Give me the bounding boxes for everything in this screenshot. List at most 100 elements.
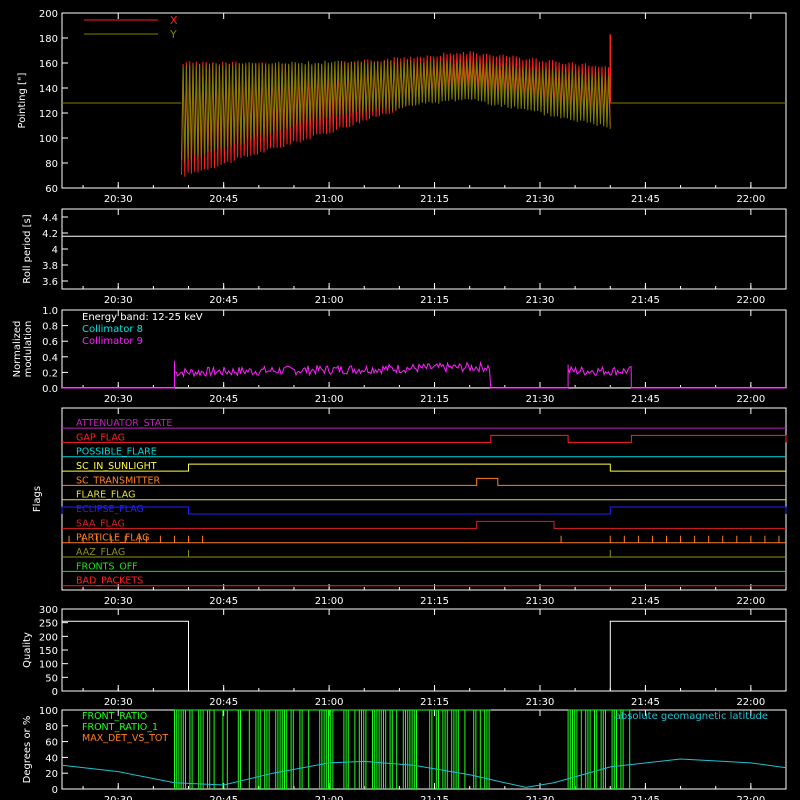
flags-label-sc-in-sunlight: SC_IN_SUNLIGHT — [76, 461, 157, 472]
quality-y-tick-label: 50 — [45, 673, 58, 684]
ratios-y-label: Degrees or % — [22, 716, 33, 784]
ratios-x-tick-label: 21:15 — [420, 795, 449, 800]
pointing-x-tick-label: 20:30 — [104, 194, 133, 205]
modulation-x-tick-label: 21:15 — [420, 394, 449, 405]
roll-x-tick-label: 22:00 — [736, 295, 765, 306]
quality-y-label: Quality — [22, 632, 33, 668]
quality-x-tick-label: 22:00 — [736, 697, 765, 708]
modulation-x-tick-label: 20:45 — [209, 394, 238, 405]
ratios-legend-label: FRONT_RATIO — [82, 711, 147, 722]
roll-y-tick-label: 4.4 — [42, 213, 58, 224]
ratios-x-tick-label: 21:00 — [315, 795, 344, 800]
pointing-x-tick-label: 21:00 — [315, 194, 344, 205]
quality-x-tick-label: 20:45 — [209, 697, 238, 708]
quality-x-tick-label: 20:30 — [104, 697, 133, 708]
flags-label-sc-transmitter: SC_TRANSMITTER — [76, 475, 161, 486]
roll-y-label: Roll period [s] — [22, 214, 33, 283]
pointing-x-tick-label: 20:45 — [209, 194, 238, 205]
flags-x-tick-label: 20:30 — [104, 596, 133, 607]
quality-y-tick-label: 250 — [39, 619, 58, 630]
roll-x-tick-label: 21:45 — [631, 295, 660, 306]
pointing-y-tick-label: 180 — [39, 34, 58, 45]
ratios-y-tick-label: 100 — [39, 706, 58, 717]
ratios-y-tick-label: 0 — [52, 785, 58, 796]
quality-y-tick-label: 300 — [39, 605, 58, 616]
quality-y-tick-label: 200 — [39, 632, 58, 643]
flags-label-fronts-off: FRONTS_OFF — [76, 561, 138, 572]
ratios-y-tick-label: 40 — [45, 753, 58, 764]
quality-y-tick-label: 150 — [39, 646, 58, 657]
ratios-x-tick-label: 21:30 — [526, 795, 555, 800]
roll-y-tick-label: 3.8 — [42, 261, 58, 272]
ratios-geomagnetic-latitude-label: absolute geomagnetic latitude — [615, 711, 768, 722]
flags-label-saa-flag: SAA_FLAG — [76, 518, 125, 529]
modulation-y-tick-label: 0.2 — [42, 368, 58, 379]
modulation-y-label: Normalized — [12, 321, 23, 378]
modulation-x-tick-label: 20:30 — [104, 394, 133, 405]
flags-label-eclipse-flag: ECLIPSE_FLAG — [76, 504, 144, 515]
pointing-legend-label-y: Y — [169, 28, 177, 41]
modulation-x-tick-label: 22:00 — [736, 394, 765, 405]
quality-x-tick-label: 21:45 — [631, 697, 660, 708]
pointing-y-tick-label: 140 — [39, 84, 58, 95]
flags-x-tick-label: 22:00 — [736, 596, 765, 607]
flags-label-particle-flag: PARTICLE_FLAG — [76, 533, 149, 544]
flags-label-attenuator-state: ATTENUATOR_STATE — [76, 418, 172, 429]
pointing-y-tick-label: 100 — [39, 134, 58, 145]
flags-x-tick-label: 20:45 — [209, 596, 238, 607]
pointing-y-label: Pointing ["] — [17, 72, 28, 128]
flags-x-tick-label: 21:15 — [420, 596, 449, 607]
roll-x-tick-label: 21:00 — [315, 295, 344, 306]
modulation-x-tick-label: 21:45 — [631, 394, 660, 405]
roll-x-tick-label: 20:45 — [209, 295, 238, 306]
pointing-y-tick-label: 80 — [45, 159, 58, 170]
modulation-y-tick-label: 0.4 — [42, 353, 58, 364]
modulation-y-tick-label: 0.6 — [42, 337, 58, 348]
modulation-annotation: Collimator 9 — [82, 336, 143, 347]
ratios-y-tick-label: 20 — [45, 769, 58, 780]
flags-label-possible-flare: POSSIBLE_FLARE — [76, 447, 157, 458]
pointing-legend-label-x: X — [170, 14, 178, 27]
roll-y-tick-label: 4.2 — [42, 229, 58, 240]
pointing-y-tick-label: 200 — [39, 9, 58, 20]
flags-x-tick-label: 21:45 — [631, 596, 660, 607]
pointing-x-tick-label: 22:00 — [736, 194, 765, 205]
flags-x-tick-label: 21:00 — [315, 596, 344, 607]
pointing-x-tick-label: 21:45 — [631, 194, 660, 205]
roll-x-tick-label: 21:15 — [420, 295, 449, 306]
roll-y-tick-label: 4 — [52, 245, 58, 256]
modulation-y-label: modulation — [23, 321, 34, 378]
ratios-x-tick-label: 20:30 — [104, 795, 133, 800]
ratios-x-tick-label: 20:45 — [209, 795, 238, 800]
quality-x-tick-label: 21:30 — [526, 697, 555, 708]
modulation-y-tick-label: 0.0 — [42, 384, 58, 395]
flags-label-aaz-flag: AAZ_FLAG — [76, 547, 125, 558]
roll-x-tick-label: 21:30 — [526, 295, 555, 306]
rhessi-quicklook-figure: 20:30 20:45 21:00 21:15 21:30 21:45 22:00 60 80 1… — [0, 0, 800, 800]
modulation-y-tick-label: 1.0 — [42, 306, 58, 317]
ratios-y-tick-label: 60 — [45, 738, 58, 749]
quality-x-tick-label: 21:00 — [315, 697, 344, 708]
pointing-y-tick-label: 60 — [45, 184, 58, 195]
modulation-x-tick-label: 21:30 — [526, 394, 555, 405]
ratios-x-tick-label: 21:45 — [631, 795, 660, 800]
flags-x-tick-label: 21:30 — [526, 596, 555, 607]
roll-y-tick-label: 3.6 — [42, 277, 58, 288]
ratios-y-tick-label: 80 — [45, 722, 58, 733]
modulation-y-tick-label: 0.8 — [42, 322, 58, 333]
flags-y-label: Flags — [32, 486, 43, 512]
ratios-legend-label: FRONT_RATIO_1 — [82, 722, 158, 733]
quality-y-tick-label: 100 — [39, 660, 58, 671]
pointing-x-tick-label: 21:15 — [420, 194, 449, 205]
roll-x-tick-label: 20:30 — [104, 295, 133, 306]
ratios-legend-label: MAX_DET_VS_TOT — [82, 733, 168, 744]
pointing-x-tick-label: 21:30 — [526, 194, 555, 205]
quality-y-tick-label: 0 — [52, 687, 58, 698]
modulation-x-tick-label: 21:00 — [315, 394, 344, 405]
quality-x-tick-label: 21:15 — [420, 697, 449, 708]
flags-label-gap-flag: GAP_FLAG — [76, 432, 125, 443]
flags-label-flare-flag: FLARE_FLAG — [76, 490, 136, 501]
pointing-y-tick-label: 120 — [39, 109, 58, 120]
modulation-annotation: Energy band: 12-25 keV — [82, 312, 203, 323]
pointing-y-tick-label: 160 — [39, 59, 58, 70]
